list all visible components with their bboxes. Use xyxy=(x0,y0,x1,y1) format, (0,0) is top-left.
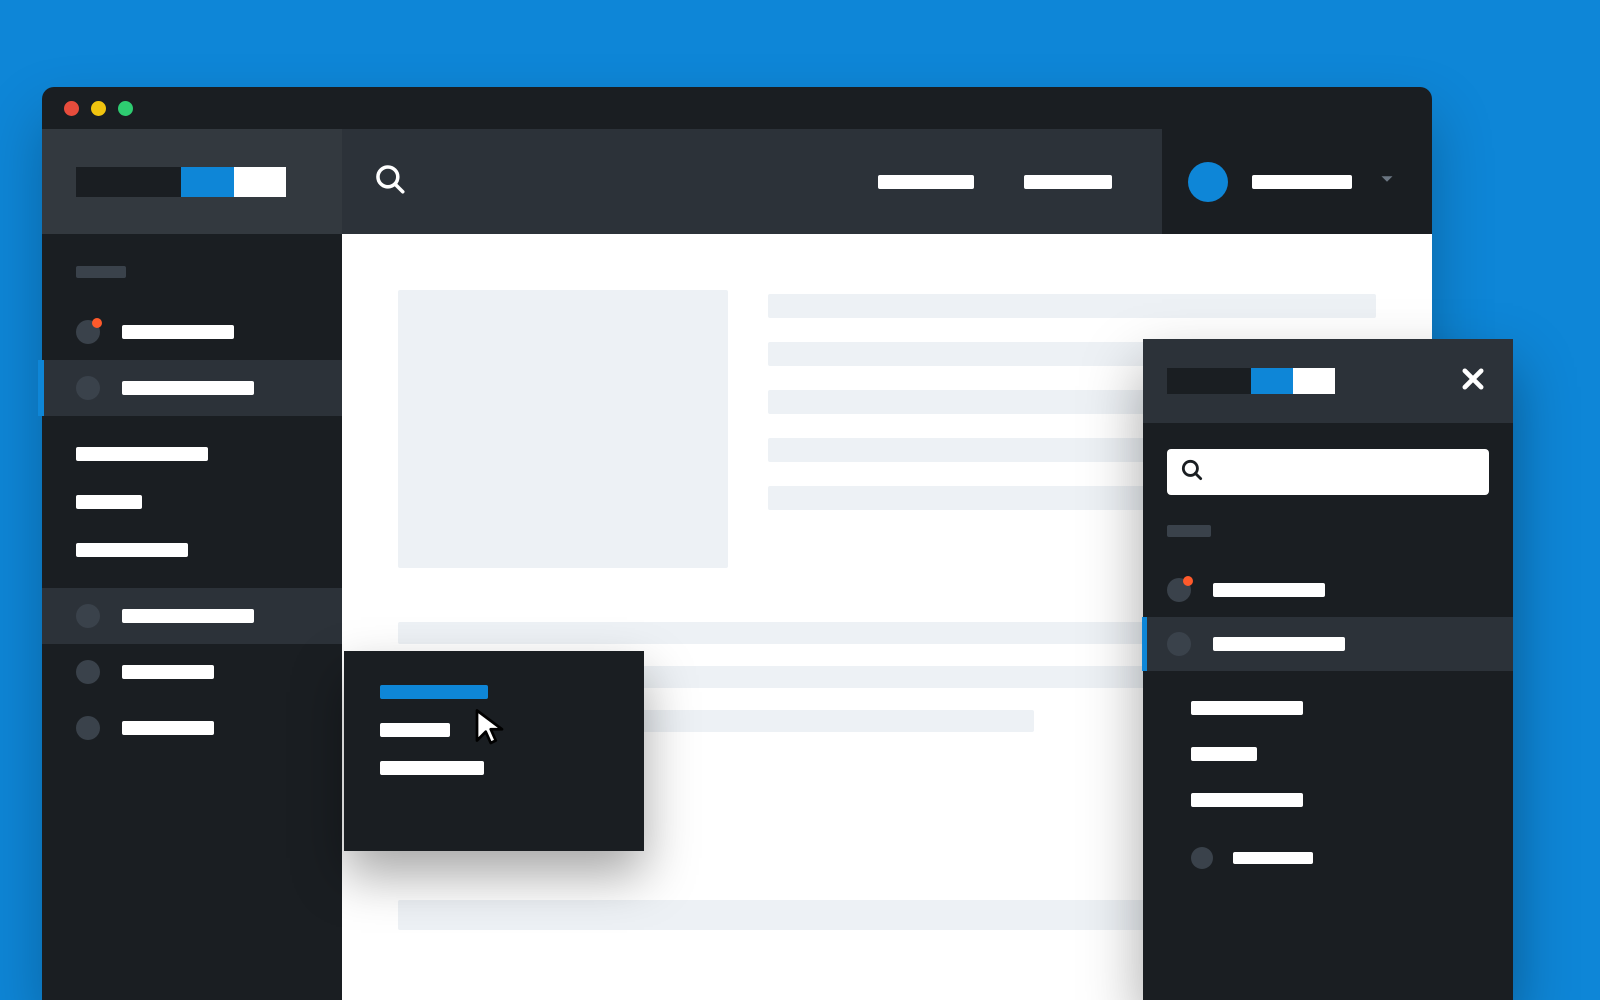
close-button[interactable] xyxy=(1459,365,1487,398)
user-name-label xyxy=(1252,175,1352,189)
sidebar-subitem-label xyxy=(76,447,208,461)
status-dot-icon xyxy=(76,716,100,740)
quick-panel-item-1[interactable] xyxy=(1143,563,1513,617)
quick-panel-item-2[interactable] xyxy=(1143,617,1513,671)
sidebar-subitem-3[interactable] xyxy=(42,526,342,574)
quick-panel-item-label xyxy=(1213,637,1345,651)
quick-panel-search-input[interactable] xyxy=(1167,449,1489,495)
primary-sidebar xyxy=(42,234,342,1000)
status-dot-icon xyxy=(76,376,100,400)
sidebar-item-2[interactable] xyxy=(42,360,342,416)
quick-panel xyxy=(1143,339,1513,1000)
sidebar-subitem-2[interactable] xyxy=(42,478,342,526)
quick-panel-section-label xyxy=(1167,525,1211,537)
logo-segment-light xyxy=(1293,368,1335,394)
zoom-window-button[interactable] xyxy=(118,101,133,116)
context-menu-item-1[interactable] xyxy=(380,685,488,699)
app-header xyxy=(42,129,1432,234)
logo-segment-dark xyxy=(76,167,181,197)
sidebar-subitem-label xyxy=(76,495,142,509)
sidebar-item-4[interactable] xyxy=(42,644,342,700)
logo-segment-light xyxy=(234,167,287,197)
logo-segment-brand xyxy=(181,167,234,197)
header-nav-link-1[interactable] xyxy=(878,175,974,189)
sidebar-subitem-label xyxy=(76,543,188,557)
window-titlebar xyxy=(42,87,1432,129)
sidebar-item-label xyxy=(122,381,254,395)
quick-panel-subitem-label xyxy=(1191,793,1303,807)
sidebar-item-label xyxy=(122,609,254,623)
cursor-icon xyxy=(472,708,512,753)
context-menu-item-2[interactable] xyxy=(380,723,450,737)
close-window-button[interactable] xyxy=(64,101,79,116)
placeholder-line xyxy=(768,294,1376,318)
header-nav-link-2[interactable] xyxy=(1024,175,1112,189)
user-avatar xyxy=(1188,162,1228,202)
minimize-window-button[interactable] xyxy=(91,101,106,116)
quick-panel-item-label xyxy=(1233,852,1313,864)
sidebar-item-label xyxy=(122,665,214,679)
sidebar-item-5[interactable] xyxy=(42,700,342,756)
quick-panel-item-3[interactable] xyxy=(1167,847,1489,869)
logo-segment-dark xyxy=(1167,368,1251,394)
quick-panel-subitem-label xyxy=(1191,701,1303,715)
sidebar-item-1[interactable] xyxy=(42,304,342,360)
status-dot-icon xyxy=(76,320,100,344)
sidebar-subitem-1[interactable] xyxy=(42,430,342,478)
context-menu-item-3[interactable] xyxy=(380,761,484,775)
search-icon xyxy=(373,162,407,201)
sidebar-item-3[interactable] xyxy=(42,588,342,644)
quick-panel-logo xyxy=(1167,368,1335,394)
sidebar-item-label xyxy=(122,721,214,735)
quick-panel-item-label xyxy=(1213,583,1325,597)
status-dot-icon xyxy=(1191,847,1213,869)
logo-segment-brand xyxy=(1251,368,1293,394)
search-icon xyxy=(1179,457,1205,488)
quick-panel-subitem-1[interactable] xyxy=(1167,685,1489,731)
content-hero-image xyxy=(398,290,728,568)
status-dot-icon xyxy=(1167,632,1191,656)
quick-panel-subitem-2[interactable] xyxy=(1167,731,1489,777)
quick-panel-subitem-3[interactable] xyxy=(1167,777,1489,823)
logo-container xyxy=(42,129,342,234)
close-icon xyxy=(1459,380,1487,397)
placeholder-line xyxy=(398,622,1146,644)
sidebar-item-label xyxy=(122,325,234,339)
quick-panel-subitem-label xyxy=(1191,747,1257,761)
quick-panel-header xyxy=(1143,339,1513,423)
sidebar-section-label xyxy=(76,266,126,278)
status-dot-icon xyxy=(76,660,100,684)
chevron-down-icon xyxy=(1376,168,1398,195)
status-dot-icon xyxy=(76,604,100,628)
search-button[interactable] xyxy=(360,162,420,201)
app-logo[interactable] xyxy=(76,167,286,197)
status-dot-icon xyxy=(1167,578,1191,602)
user-menu[interactable] xyxy=(1162,129,1432,234)
